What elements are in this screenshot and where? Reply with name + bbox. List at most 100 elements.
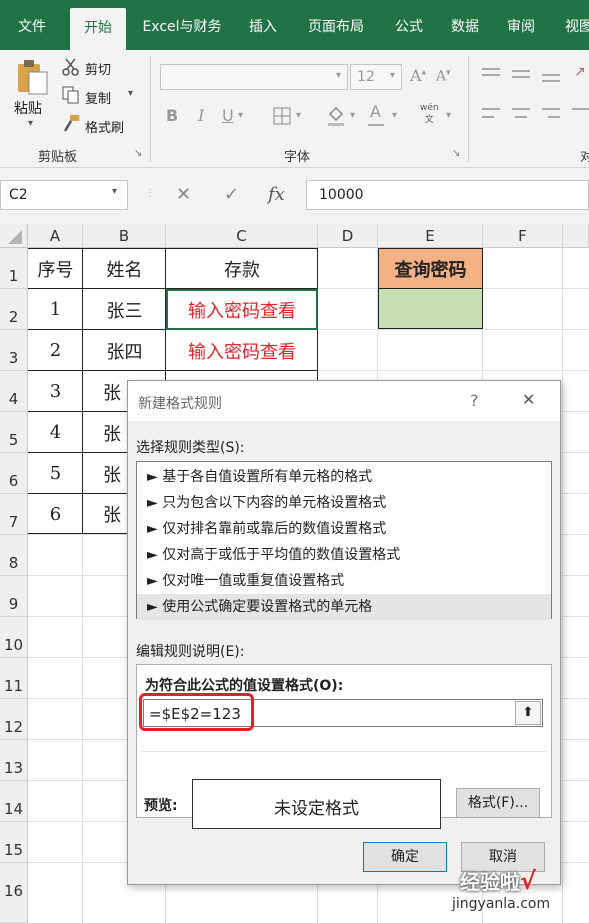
- column-header-e[interactable]: E: [378, 224, 483, 248]
- phonetic-guide-button[interactable]: wén 文: [420, 102, 439, 126]
- name-box-dropdown-icon[interactable]: ▾: [112, 186, 117, 197]
- tab-review[interactable]: 审阅: [498, 0, 544, 50]
- align-center-icon[interactable]: [512, 108, 530, 110]
- align-middle-icon[interactable]: [512, 70, 530, 72]
- select-all-corner[interactable]: [0, 224, 28, 248]
- row-header-2[interactable]: 2: [0, 289, 28, 330]
- paste-button[interactable]: 粘贴: [14, 98, 42, 118]
- underline-button[interactable]: U: [222, 106, 234, 125]
- row-header-5[interactable]: 5: [0, 412, 28, 453]
- row-header-15[interactable]: 15: [0, 822, 28, 863]
- tab-insert[interactable]: 插入: [240, 0, 286, 50]
- clipboard-launcher-icon[interactable]: ↘: [134, 148, 142, 159]
- tab-formulas[interactable]: 公式: [386, 0, 432, 50]
- record-seq-cell[interactable]: 5: [28, 453, 83, 494]
- tab-data[interactable]: 数据: [442, 0, 488, 50]
- record-name-cell[interactable]: 张四: [83, 330, 166, 371]
- decrease-indent-icon[interactable]: [572, 108, 589, 110]
- increase-font-icon[interactable]: A▴: [410, 66, 426, 85]
- insert-function-icon[interactable]: fx: [268, 184, 285, 205]
- record-seq-cell[interactable]: 4: [28, 412, 83, 453]
- align-bottom-icon[interactable]: [542, 74, 560, 76]
- confirm-entry-icon[interactable]: ✓: [224, 184, 239, 205]
- orientation-icon[interactable]: ↗: [574, 64, 586, 80]
- align-right-icon[interactable]: [542, 108, 560, 110]
- format-button[interactable]: 格式(F)...: [456, 788, 540, 818]
- query-password-input-cell[interactable]: [378, 289, 483, 329]
- name-box[interactable]: C2: [0, 180, 128, 210]
- paste-dropdown-icon[interactable]: ▾: [28, 118, 33, 129]
- tab-excel-finance[interactable]: Excel与财务: [134, 0, 230, 50]
- row-header-8[interactable]: 8: [0, 535, 28, 576]
- record-name-cell[interactable]: 张三: [83, 289, 166, 330]
- column-header-g[interactable]: [563, 224, 589, 248]
- copy-dropdown-icon[interactable]: ▾: [128, 88, 133, 99]
- record-name-cell[interactable]: 张: [83, 453, 127, 494]
- record-seq-cell[interactable]: 6: [28, 494, 83, 534]
- query-password-header-cell[interactable]: 查询密码: [378, 248, 483, 289]
- row-header-12[interactable]: 12: [0, 699, 28, 740]
- row-header-13[interactable]: 13: [0, 740, 28, 781]
- tab-home[interactable]: 开始: [70, 8, 126, 50]
- font-name-dropdown-icon[interactable]: ▾: [336, 70, 341, 81]
- font-launcher-icon[interactable]: ↘: [452, 148, 460, 159]
- font-color-dropdown-icon[interactable]: ▾: [392, 110, 397, 121]
- row-header-11[interactable]: 11: [0, 658, 28, 699]
- record-deposit-cell-selected[interactable]: 输入密码查看: [166, 289, 318, 330]
- column-header-c[interactable]: C: [166, 224, 318, 248]
- font-color-button[interactable]: A: [370, 102, 381, 121]
- row-header-6[interactable]: 6: [0, 453, 28, 494]
- cut-button[interactable]: 剪切: [85, 59, 111, 78]
- row-header-1[interactable]: 1: [0, 248, 28, 289]
- column-header-a[interactable]: A: [28, 224, 83, 248]
- column-header-f[interactable]: F: [483, 224, 563, 248]
- cancel-entry-icon[interactable]: ✕: [176, 184, 191, 205]
- ok-button[interactable]: 确定: [363, 842, 447, 872]
- underline-dropdown-icon[interactable]: ▾: [238, 110, 243, 121]
- record-seq-cell[interactable]: 1: [28, 289, 83, 330]
- row-header-3[interactable]: 3: [0, 330, 28, 371]
- italic-button[interactable]: I: [198, 106, 204, 125]
- header-deposit-cell[interactable]: 存款: [166, 248, 318, 289]
- close-icon[interactable]: ✕: [522, 390, 535, 409]
- borders-icon[interactable]: [272, 106, 292, 126]
- row-header-7[interactable]: 7: [0, 494, 28, 535]
- borders-dropdown-icon[interactable]: ▾: [296, 110, 301, 121]
- row-header-9[interactable]: 9: [0, 576, 28, 617]
- align-left-icon[interactable]: [482, 108, 500, 110]
- rule-type-list[interactable]: ► 基于各自值设置所有单元格的格式 ► 只为包含以下内容的单元格设置格式 ► 仅…: [136, 461, 552, 620]
- rule-type-item[interactable]: ► 仅对高于或低于平均值的数值设置格式: [137, 542, 551, 568]
- fill-color-dropdown-icon[interactable]: ▾: [350, 110, 355, 121]
- collapse-dialog-icon[interactable]: ⬆: [515, 701, 541, 725]
- tab-view[interactable]: 视图: [556, 0, 589, 50]
- record-name-cell[interactable]: 张: [83, 494, 127, 534]
- rule-type-item[interactable]: ► 仅对排名靠前或靠后的数值设置格式: [137, 516, 551, 542]
- record-name-cell[interactable]: 张: [83, 371, 127, 412]
- align-top-icon[interactable]: [482, 68, 500, 70]
- bold-button[interactable]: B: [166, 106, 178, 125]
- rule-type-item[interactable]: ► 基于各自值设置所有单元格的格式: [137, 464, 551, 490]
- record-seq-cell[interactable]: 3: [28, 371, 83, 412]
- tab-file[interactable]: 文件: [10, 0, 54, 50]
- paste-icon[interactable]: [14, 58, 50, 96]
- phonetic-dropdown-icon[interactable]: ▾: [446, 110, 451, 121]
- rule-type-item-selected[interactable]: ► 使用公式确定要设置格式的单元格: [137, 594, 551, 620]
- formula-input[interactable]: 10000: [306, 180, 589, 210]
- rule-type-item[interactable]: ► 只为包含以下内容的单元格设置格式: [137, 490, 551, 516]
- help-icon[interactable]: ?: [470, 391, 479, 410]
- record-seq-cell[interactable]: 2: [28, 330, 83, 371]
- copy-button[interactable]: 复制: [85, 88, 111, 107]
- column-header-b[interactable]: B: [83, 224, 166, 248]
- format-painter-button[interactable]: 格式刷: [85, 117, 124, 136]
- column-header-d[interactable]: D: [318, 224, 378, 248]
- decrease-font-icon[interactable]: A▾: [436, 68, 451, 85]
- row-header-16[interactable]: 16: [0, 863, 28, 923]
- record-name-cell[interactable]: 张: [83, 412, 127, 453]
- font-size-dropdown-icon[interactable]: ▾: [390, 70, 395, 81]
- row-header-10[interactable]: 10: [0, 617, 28, 658]
- rule-type-item[interactable]: ► 仅对唯一值或重复值设置格式: [137, 568, 551, 594]
- fill-color-icon[interactable]: [326, 104, 346, 128]
- header-seq-cell[interactable]: 序号: [28, 248, 83, 289]
- header-name-cell[interactable]: 姓名: [83, 248, 166, 289]
- row-header-14[interactable]: 14: [0, 781, 28, 822]
